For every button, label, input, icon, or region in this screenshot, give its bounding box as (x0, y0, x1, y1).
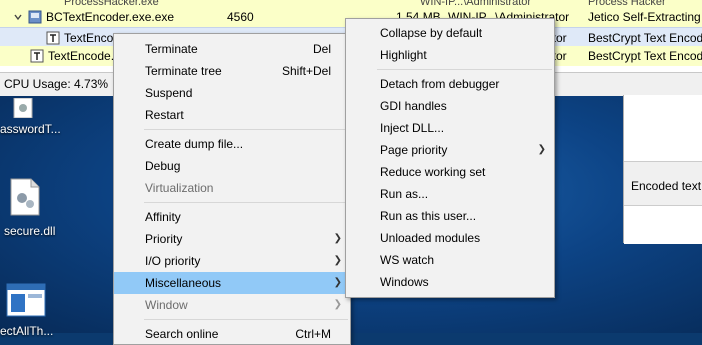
submenu-item-detach-from-debugger[interactable]: Detach from debugger (346, 73, 554, 95)
menu-separator (144, 202, 348, 203)
chevron-right-icon: ❯ (537, 144, 546, 155)
desktop-icon-label: secure.dll (4, 224, 56, 238)
menu-item-label: Windows (380, 275, 429, 289)
encoded-text-box[interactable] (624, 205, 702, 244)
desktop-icon-label: asswordT... (0, 122, 61, 136)
menu-item-terminate[interactable]: Terminate Del (114, 38, 350, 60)
menu-item-miscellaneous[interactable]: Miscellaneous ❯ (114, 272, 350, 294)
menu-item-window: Window ❯ (114, 294, 350, 316)
process-name: BCTextEncoder.exe.exe (46, 10, 175, 24)
plain-text-box[interactable] (624, 95, 702, 162)
text-encoder-icon (30, 49, 44, 63)
application-icon (6, 283, 46, 317)
menu-item-virtualization: Virtualization (114, 177, 350, 199)
menu-item-search-online[interactable]: Search online Ctrl+M (114, 323, 350, 345)
submenu-item-highlight[interactable]: Highlight (346, 44, 554, 66)
menu-item-shortcut: Del (312, 42, 331, 56)
submenu-item-unloaded-modules[interactable]: Unloaded modules (346, 227, 554, 249)
menu-item-label: I/O priority (145, 254, 201, 268)
encoded-text-label: Encoded text: (631, 179, 702, 193)
submenu-item-collapse-by-default[interactable]: Collapse by default (346, 22, 554, 44)
menu-item-label: Window (145, 298, 188, 312)
menu-separator (144, 129, 348, 130)
submenu-item-reduce-working-set[interactable]: Reduce working set (346, 161, 554, 183)
desktop-icon-label: ectAllTh... (0, 324, 54, 338)
menu-item-label: Search online (145, 327, 219, 341)
menu-item-create-dump-file[interactable]: Create dump file... (114, 133, 350, 155)
menu-item-label: Page priority (380, 143, 448, 157)
dll-file-icon (13, 98, 33, 118)
menu-item-io-priority[interactable]: I/O priority ❯ (114, 250, 350, 272)
submenu-item-run-as-this-user[interactable]: Run as this user... (346, 205, 554, 227)
menu-item-shortcut: Shift+Del (281, 64, 331, 78)
menu-item-affinity[interactable]: Affinity (114, 206, 350, 228)
menu-item-label: Unloaded modules (380, 231, 481, 245)
menu-item-label: Miscellaneous (145, 276, 222, 290)
menu-item-debug[interactable]: Debug (114, 155, 350, 177)
installer-icon (28, 10, 42, 24)
menu-item-label: Reduce working set (380, 165, 486, 179)
menu-item-label: Terminate (145, 42, 198, 56)
menu-item-shortcut: Ctrl+M (295, 327, 331, 341)
dll-file-icon (10, 178, 40, 216)
menu-separator (377, 69, 552, 70)
menu-item-terminate-tree[interactable]: Terminate tree Shift+Del (114, 60, 350, 82)
submenu-item-windows[interactable]: Windows (346, 271, 554, 293)
submenu-item-page-priority[interactable]: Page priority ❯ (346, 139, 554, 161)
desktop-icon[interactable]: ectAllTh... (0, 283, 60, 338)
menu-item-label: Priority (145, 232, 183, 246)
menu-item-label: Highlight (380, 48, 427, 62)
menu-item-label: Collapse by default (380, 26, 483, 40)
chevron-down-icon[interactable] (14, 13, 22, 21)
menu-item-label: Inject DLL... (380, 121, 445, 135)
menu-separator (144, 319, 348, 320)
menu-item-label: Run as this user... (380, 209, 477, 223)
process-context-menu: Terminate Del Terminate tree Shift+Del S… (113, 33, 351, 345)
chevron-right-icon: ❯ (333, 255, 342, 266)
submenu-item-inject-dll[interactable]: Inject DLL... (346, 117, 554, 139)
menu-item-label: Run as... (380, 187, 429, 201)
process-description: BestCrypt Text Encode (588, 49, 702, 63)
menu-item-label: WS watch (380, 253, 435, 267)
menu-item-restart[interactable]: Restart (114, 104, 350, 126)
menu-item-label: Virtualization (145, 181, 214, 195)
menu-item-label: Restart (145, 108, 184, 122)
menu-item-label: Terminate tree (145, 64, 222, 78)
submenu-item-run-as[interactable]: Run as... (346, 183, 554, 205)
menu-item-label: Detach from debugger (380, 77, 500, 91)
chevron-right-icon: ❯ (333, 277, 342, 288)
process-description: BestCrypt Text Encode (588, 31, 702, 45)
menu-item-label: Suspend (145, 86, 193, 100)
process-pid: 4560 (227, 10, 254, 24)
menu-item-label: Debug (145, 159, 181, 173)
menu-item-label: Affinity (145, 210, 181, 224)
chevron-right-icon: ❯ (333, 233, 342, 244)
desktop-icon[interactable]: secure.dll (0, 178, 60, 240)
chevron-right-icon: ❯ (333, 299, 342, 310)
menu-item-label: GDI handles (380, 99, 447, 113)
encoder-dialog: Encoded text: (623, 95, 702, 244)
process-name: TextEncode... (48, 49, 121, 63)
menu-item-label: Create dump file... (145, 137, 244, 151)
menu-item-suspend[interactable]: Suspend (114, 82, 350, 104)
desktop-icon[interactable]: asswordT... (0, 98, 61, 138)
process-description: Jetico Self-Extracting A (588, 10, 702, 24)
miscellaneous-submenu: Collapse by default Highlight Detach fro… (345, 18, 555, 298)
text-encoder-icon (46, 31, 60, 45)
submenu-item-ws-watch[interactable]: WS watch (346, 249, 554, 271)
submenu-item-gdi-handles[interactable]: GDI handles (346, 95, 554, 117)
menu-item-priority[interactable]: Priority ❯ (114, 228, 350, 250)
cpu-usage-label: CPU Usage: 4.73% (4, 77, 109, 91)
